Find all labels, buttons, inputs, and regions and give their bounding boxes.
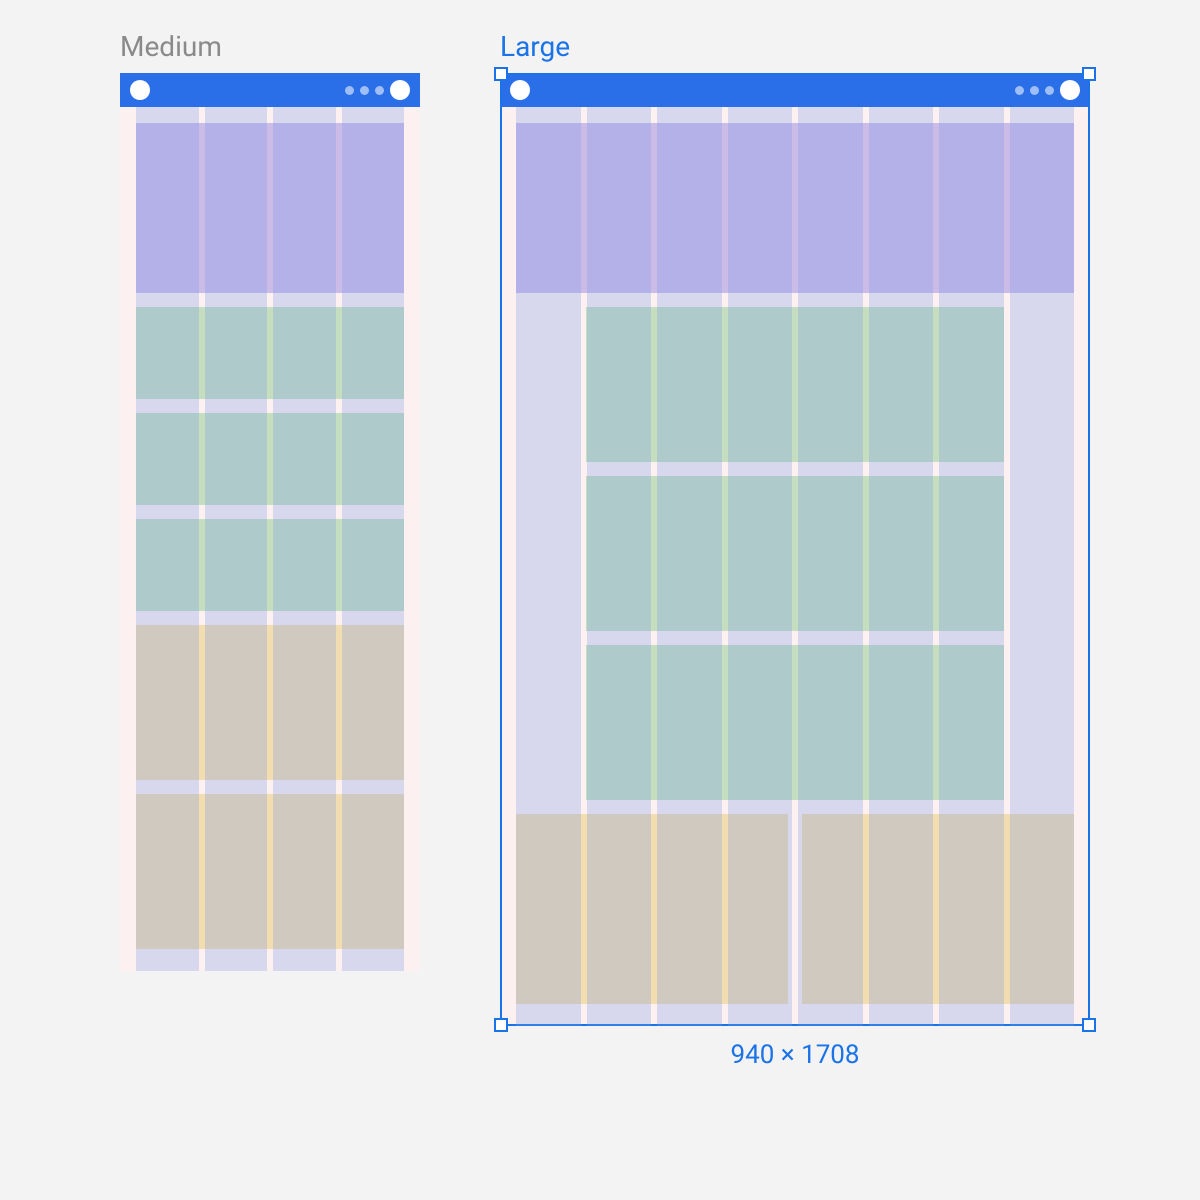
footer-block[interactable] (516, 814, 788, 1004)
avatar-icon[interactable] (510, 80, 530, 100)
footer-row (516, 814, 1074, 1004)
action-dot-icon[interactable] (1045, 86, 1054, 95)
content-block[interactable] (136, 413, 404, 505)
action-dot-icon[interactable] (1015, 86, 1024, 95)
content-block[interactable] (586, 307, 1004, 462)
content-row (516, 645, 1074, 800)
frame-medium[interactable] (120, 73, 420, 971)
hero-block[interactable] (516, 123, 1074, 293)
appbar (500, 73, 1090, 107)
footer-block[interactable] (136, 794, 404, 949)
appbar-actions (1015, 80, 1080, 100)
content-block[interactable] (136, 519, 404, 611)
appbar-actions (345, 80, 410, 100)
frame-large[interactable] (500, 73, 1090, 1026)
action-circle-icon[interactable] (1060, 80, 1080, 100)
action-dot-icon[interactable] (345, 86, 354, 95)
action-circle-icon[interactable] (390, 80, 410, 100)
appbar (120, 73, 420, 107)
blocks-stack (500, 123, 1090, 1004)
content-block[interactable] (136, 307, 404, 399)
hero-block[interactable] (136, 123, 404, 293)
avatar-icon[interactable] (130, 80, 150, 100)
content-block[interactable] (586, 645, 1004, 800)
action-dot-icon[interactable] (1030, 86, 1039, 95)
footer-block[interactable] (136, 625, 404, 780)
layout-large[interactable]: Large (500, 30, 1090, 1070)
footer-block[interactable] (802, 814, 1074, 1004)
action-dot-icon[interactable] (375, 86, 384, 95)
content-block[interactable] (586, 476, 1004, 631)
selection-dimensions: 940 × 1708 (500, 1040, 1090, 1070)
action-dot-icon[interactable] (360, 86, 369, 95)
layout-medium[interactable]: Medium (120, 30, 420, 971)
body-area (500, 107, 1090, 1026)
content-row (516, 476, 1074, 631)
layout-large-label: Large (500, 30, 1090, 63)
layouts-container: Medium (0, 0, 1200, 1070)
layout-medium-label: Medium (120, 30, 420, 63)
body-area (120, 107, 420, 971)
content-row (516, 307, 1074, 462)
blocks-stack (120, 123, 420, 949)
